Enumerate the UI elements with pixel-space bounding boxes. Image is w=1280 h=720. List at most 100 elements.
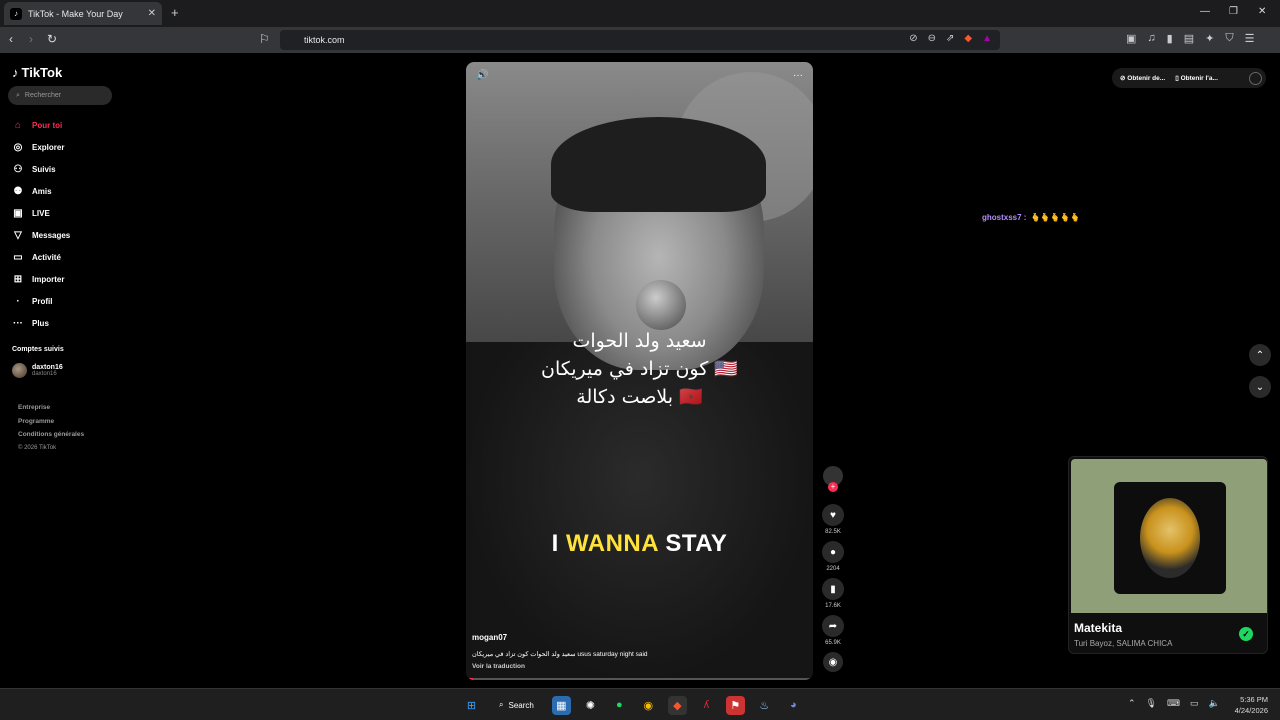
sidebar-item-friends[interactable]: ⚉ Amis — [12, 180, 70, 202]
translate-icon[interactable]: ⊘ — [909, 33, 917, 44]
discord-icon[interactable]: ◕ — [784, 696, 803, 715]
music-disc-button[interactable]: ◉ — [823, 652, 843, 672]
sidebar-icon[interactable]: ▮ — [1167, 32, 1173, 45]
more-options-icon[interactable]: ··· — [793, 70, 803, 81]
sidebar-item-profile[interactable]: · Profil — [12, 290, 70, 312]
widgets-icon[interactable]: ▦ — [551, 695, 571, 715]
tab-title: TikTok - Make Your Day — [28, 8, 123, 19]
video-hair-shape — [551, 117, 766, 212]
tab-search-icon[interactable]: ▣ — [1126, 32, 1136, 45]
video-info: mogan07 سعيد ولد الحوات كون تزاد في ميري… — [472, 633, 802, 670]
volume-tray-icon[interactable]: 🔈 — [1209, 698, 1220, 709]
reload-icon[interactable]: ↻ — [47, 32, 57, 46]
track-artist: Turi Bayoz, SALIMA CHICA — [1074, 639, 1173, 648]
chatgpt-icon[interactable]: ✺ — [581, 696, 600, 715]
sidebar-item-following[interactable]: ⚇ Suivis — [12, 158, 70, 180]
back-icon[interactable]: ‹ — [9, 32, 13, 46]
app-icon-flag[interactable]: ⚑ — [725, 695, 745, 715]
volume-icon[interactable]: 🔊 — [476, 70, 488, 81]
search-input[interactable]: ⌕ Rechercher — [8, 86, 112, 105]
compass-icon: ◎ — [13, 141, 23, 153]
zoom-icon[interactable]: ⊖ — [928, 33, 936, 44]
translate-link[interactable]: Voir la traduction — [472, 663, 802, 670]
bookmark-icon: ▮ — [830, 583, 836, 595]
sidebar-item-upload[interactable]: ⊞ Importer — [12, 268, 70, 290]
followed-account[interactable]: daxton16 daxton16 — [12, 363, 63, 378]
search-placeholder: Rechercher — [24, 92, 62, 99]
rewards-icon[interactable]: ▲ — [982, 33, 992, 44]
close-window-icon[interactable]: ✕ — [1258, 6, 1266, 17]
following-icon: ⚇ — [13, 163, 23, 175]
sidebar-item-explore[interactable]: ◎ Explorer — [12, 136, 70, 158]
creator-avatar[interactable]: + — [823, 466, 843, 492]
footer-links: Entreprise Programme Conditions générale… — [18, 401, 84, 455]
live-icon: ▣ — [13, 207, 23, 219]
bookmark-icon[interactable]: ⚐ — [259, 32, 270, 46]
spotify-icon[interactable]: ● — [610, 696, 629, 715]
sidebar-item-for-you[interactable]: ⌂ Pour toi — [12, 114, 70, 136]
minimize-icon[interactable]: — — [1200, 6, 1210, 17]
keyboard-icon[interactable]: ⌨ — [1167, 698, 1180, 709]
clock[interactable]: 5:36 PM 4/24/2026 — [1235, 694, 1268, 716]
previous-video-button[interactable]: ⌃ — [1249, 344, 1271, 366]
tray-expand-icon[interactable]: ⌃ — [1128, 698, 1136, 709]
footer-link-terms[interactable]: Conditions générales — [18, 428, 84, 442]
microphone-icon[interactable]: 🎙 — [1146, 698, 1157, 709]
tiktok-favicon-icon: ♪ — [10, 7, 22, 20]
footer-link-business[interactable]: Entreprise — [18, 401, 84, 415]
clock-time: 5:36 PM — [1240, 695, 1268, 704]
sidebar-item-activity[interactable]: ▭ Activité — [12, 246, 70, 268]
video-player[interactable]: 🔊 ··· سعيد ولد الحوات 🇺🇸 كون تزاد في مير… — [466, 62, 813, 680]
display-icon[interactable]: ▭ — [1190, 698, 1199, 709]
sidebar-item-more[interactable]: ··· Plus — [12, 312, 70, 334]
profile-icon: · — [16, 295, 20, 307]
video-progress-bar[interactable] — [466, 678, 813, 680]
windows-start-icon[interactable]: ⊞ — [462, 696, 481, 715]
restore-icon[interactable]: ❐ — [1229, 6, 1238, 17]
sidebar-item-messages[interactable]: ▽ Messages — [12, 224, 70, 246]
address-bar[interactable]: tiktok.com ⊘ ⊖ ⇗ ◆ ▲ — [280, 30, 1000, 50]
video-description: سعيد ولد الحوات كون تزاد في ميريكان usus… — [472, 651, 648, 658]
now-playing-card[interactable]: Matekita Turi Bayoz, SALIMA CHICA ✓ — [1068, 456, 1268, 654]
get-coins-button[interactable]: ⊘ Obtenir de... — [1120, 74, 1165, 82]
sidebar-item-live[interactable]: ▣ LIVE — [12, 202, 70, 224]
new-tab-button[interactable]: + — [171, 5, 179, 20]
taskbar-search[interactable]: ⌕ Search — [491, 694, 542, 716]
leo-icon[interactable]: ✦ — [1205, 32, 1214, 45]
brave-icon[interactable]: ◆ — [667, 695, 687, 715]
share-button[interactable]: ➦ — [822, 615, 844, 637]
share-icon[interactable]: ⇗ — [946, 33, 954, 44]
music-icon[interactable]: ♫ — [1147, 32, 1155, 45]
account-circle-icon[interactable] — [1249, 71, 1262, 85]
account-name: daxton16 — [32, 364, 63, 371]
video-microphone-shape — [636, 280, 686, 330]
get-app-bar: ⊘ Obtenir de... ▯ Obtenir l'a... — [1112, 68, 1266, 88]
browser-tab[interactable]: ♪ TikTok - Make Your Day ✕ — [4, 2, 162, 25]
close-tab-icon[interactable]: ✕ — [148, 8, 156, 19]
menu-icon[interactable]: ☰ — [1245, 32, 1255, 45]
follow-plus-icon[interactable]: + — [828, 482, 838, 492]
activity-icon: ▭ — [13, 251, 23, 263]
tiktok-logo[interactable]: ♪ TikTok — [12, 65, 62, 80]
comment-button[interactable]: ● — [822, 541, 844, 563]
chrome-icon[interactable]: ◉ — [639, 696, 658, 715]
forward-icon[interactable]: › — [29, 32, 33, 46]
next-video-button[interactable]: ⌄ — [1249, 376, 1271, 398]
saved-check-icon[interactable]: ✓ — [1239, 627, 1253, 641]
wallet-icon[interactable]: ▤ — [1184, 32, 1194, 45]
save-button[interactable]: ▮ — [822, 578, 844, 600]
like-button[interactable]: ♥ — [822, 504, 844, 526]
search-icon: ⌕ — [16, 91, 20, 99]
tab-bar: ♪ TikTok - Make Your Day ✕ + — ❐ ✕ — [0, 0, 1280, 27]
get-app-button[interactable]: ▯ Obtenir l'a... — [1175, 74, 1218, 82]
vpn-icon[interactable]: ⛉ — [1225, 32, 1233, 45]
comment-count: 2204 — [826, 566, 840, 572]
system-tray: ⌃ 🎙 ⌨ ▭ 🔈 — [1128, 698, 1220, 709]
footer-link-program[interactable]: Programme — [18, 415, 84, 429]
friends-icon: ⚉ — [13, 185, 23, 197]
brave-shield-icon[interactable]: ◆ — [964, 33, 972, 44]
app-icon-red[interactable]: ʎ — [697, 696, 716, 715]
steam-icon[interactable]: ♨ — [755, 696, 774, 715]
like-count: 82.5K — [825, 529, 841, 535]
video-username[interactable]: mogan07 — [472, 633, 802, 642]
